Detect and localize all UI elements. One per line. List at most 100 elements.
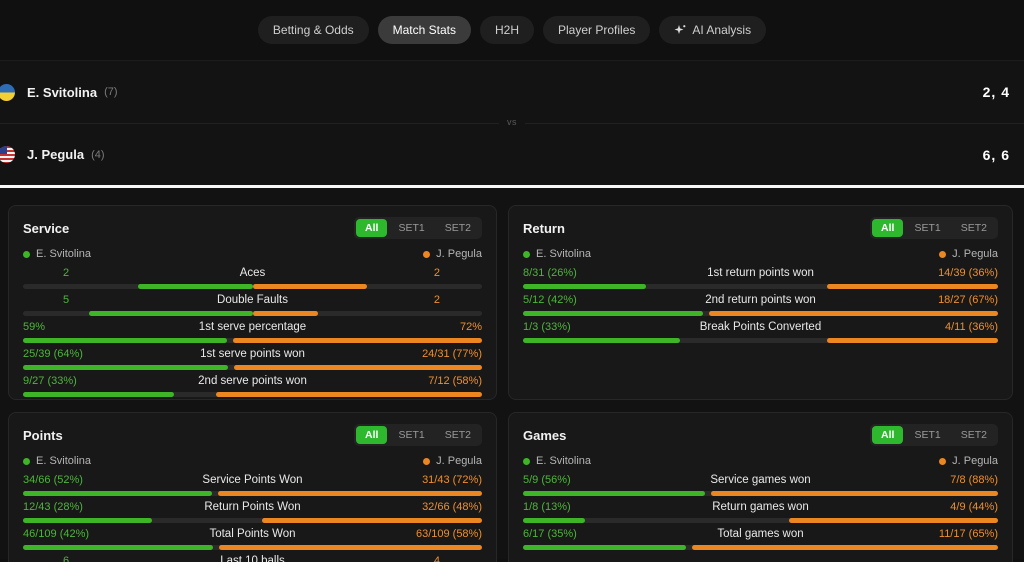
legend-dot-icon (939, 457, 947, 465)
tab-ai-analysis[interactable]: AI Analysis (659, 16, 767, 44)
player2-bar (252, 311, 319, 316)
filter-set1-button[interactable]: SET1 (905, 426, 949, 444)
stat-values-line: 8/31 (26%) 1st return points won 14/39 (36… (523, 267, 998, 280)
legend-dot-icon (523, 457, 530, 465)
legend-dot-icon (523, 250, 530, 258)
player2-bar (232, 338, 482, 343)
comparison-bar-track (523, 338, 998, 343)
player1-bar (523, 491, 705, 496)
panel-points: Points All SET1 SET2 E. Svitolina J. Pegula 34… (8, 412, 497, 562)
player2-value: 18/27 (67%) (938, 294, 998, 306)
legend-player1: E. Svitolina (523, 248, 591, 260)
panel-games: Games All SET1 SET2 E. Svitolina J. Pegula 5/9… (508, 412, 1013, 562)
stat-row-1st-serve-points-won: 25/39 (64%) 1st serve points won 24/31 (77… (23, 348, 482, 370)
tab-betting-odds[interactable]: Betting & Odds (257, 16, 369, 44)
legend-dot-icon (939, 250, 947, 258)
stat-row-2nd-return-points-won: 5/12 (42%) 2nd return points won 18/27 (67… (523, 294, 998, 316)
legend-player2: J. Pegula (939, 455, 998, 467)
filter-all-button[interactable]: All (356, 219, 388, 237)
stat-label: Break Points Converted (699, 321, 822, 333)
usa-flag-icon (0, 146, 15, 163)
player1-value: 46/109 (42%) (23, 528, 90, 540)
filter-set2-button[interactable]: SET2 (952, 426, 996, 444)
set-filter-group: All SET1 SET2 (354, 424, 482, 446)
player2-value: 24/31 (77%) (422, 348, 482, 360)
panel-header: Service All SET1 SET2 (23, 217, 482, 239)
player-name: E. Svitolina (27, 84, 98, 100)
player2-value: 11/17 (65%) (938, 528, 998, 540)
stat-values-line: 5 Double Faults 2 (23, 294, 482, 307)
player1-bar (23, 365, 229, 370)
panel-legend: E. Svitolina J. Pegula (523, 455, 998, 467)
player-seed: (7) (104, 86, 118, 98)
legend-player1: E. Svitolina (23, 455, 91, 467)
comparison-bar-track (523, 518, 998, 523)
player1-value: 5/12 (42%) (523, 294, 577, 306)
player1-bar (523, 311, 704, 316)
player-row-e-svitolina[interactable]: E. Svitolina (7) 2, 4 (0, 61, 1024, 123)
stat-row-aces: 2 Aces 2 (23, 267, 482, 289)
stat-label: Service games won (710, 474, 811, 486)
set-filter-group: All SET1 SET2 (870, 424, 998, 446)
player2-bar (215, 392, 482, 397)
stat-values-line: 59% 1st serve percentage 72% (23, 321, 482, 334)
player2-bar (789, 518, 998, 523)
stat-label: Service Points Won (202, 474, 303, 486)
player1-bar (88, 311, 253, 316)
filter-all-button[interactable]: All (872, 219, 904, 237)
player1-value: 59% (23, 321, 46, 333)
comparison-bar-track (23, 311, 482, 316)
filter-set1-button[interactable]: SET1 (389, 426, 433, 444)
filter-set2-button[interactable]: SET2 (436, 219, 480, 237)
player1-bar (23, 392, 175, 397)
player2-bar (261, 518, 482, 523)
player1-value: 5 (63, 294, 70, 306)
stat-values-line: 6 Last 10 balls 4 (23, 555, 482, 562)
filter-set1-button[interactable]: SET1 (905, 219, 949, 237)
legend-player-name: E. Svitolina (536, 455, 592, 467)
comparison-bar-track (23, 518, 482, 523)
filter-set1-button[interactable]: SET1 (389, 219, 433, 237)
player2-bar (827, 338, 998, 343)
player1-value: 34/66 (52%) (23, 474, 83, 486)
tab-h2h[interactable]: H2H (479, 16, 534, 44)
comparison-bar-track (523, 545, 998, 550)
player1-bar (523, 545, 687, 550)
ukraine-flag-icon (0, 83, 15, 101)
player2-value: 2 (433, 294, 440, 306)
stat-label: 2nd return points won (705, 294, 816, 306)
legend-dot-icon (23, 457, 30, 465)
sparkles-icon (674, 25, 686, 34)
stat-label: Total Points Won (209, 528, 296, 540)
legend-dot-icon (423, 457, 431, 465)
comparison-bar-track (23, 392, 482, 397)
panel-return: Return All SET1 SET2 E. Svitolina J. Pegula 8/… (508, 205, 1013, 400)
player1-value: 9/27 (33%) (23, 375, 77, 387)
stat-label: Last 10 balls (220, 555, 285, 562)
legend-player1: E. Svitolina (23, 248, 91, 260)
legend-player-name: E. Svitolina (36, 248, 92, 260)
stat-row-service-games-won: 5/9 (56%) Service games won 7/8 (88%) (523, 474, 998, 496)
stat-values-line: 5/9 (56%) Service games won 7/8 (88%) (523, 474, 998, 487)
stat-row-total-games-won: 6/17 (35%) Total games won 11/17 (65%) (523, 528, 998, 550)
panel-header: Return All SET1 SET2 (523, 217, 998, 239)
match-stats-page: Betting & Odds Match Stats H2H Player Profi… (0, 0, 1024, 562)
filter-set2-button[interactable]: SET2 (436, 426, 480, 444)
stat-values-line: 5/12 (42%) 2nd return points won 18/27 (67… (523, 294, 998, 307)
player1-bar (23, 491, 213, 496)
player2-bar (252, 284, 368, 289)
stat-row-break-points-converted: 1/3 (33%) Break Points Converted 4/11 (36%… (523, 321, 998, 343)
stat-row-total-points-won: 46/109 (42%) Total Points Won 63/109 (58%) (23, 528, 482, 550)
player1-value: 25/39 (64%) (23, 348, 83, 360)
player-set-scores: 2, 4 (982, 84, 1010, 100)
player1-value: 6/17 (35%) (523, 528, 577, 540)
filter-set2-button[interactable]: SET2 (952, 219, 996, 237)
stat-values-line: 12/43 (28%) Return Points Won 32/66 (48%) (23, 501, 482, 514)
player2-value: 2 (433, 267, 440, 279)
tab-match-stats[interactable]: Match Stats (377, 16, 471, 44)
player-row-j-pegula[interactable]: vs J. Pegula (4) 6, 6 (0, 117, 1024, 185)
filter-all-button[interactable]: All (872, 426, 904, 444)
tab-player-profiles[interactable]: Player Profiles (543, 16, 651, 44)
stat-values-line: 6/17 (35%) Total games won 11/17 (65%) (523, 528, 998, 541)
filter-all-button[interactable]: All (356, 426, 388, 444)
